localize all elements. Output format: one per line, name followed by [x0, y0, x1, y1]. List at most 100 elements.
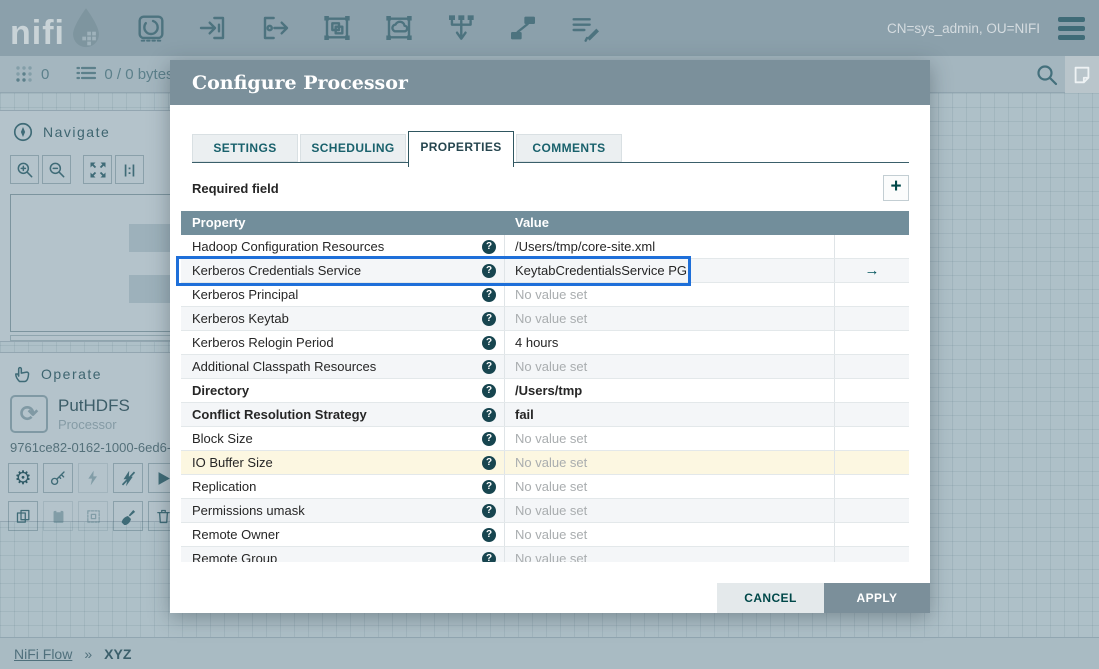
property-value-cell[interactable]: KeytabCredentialsService PG [505, 259, 835, 282]
breadcrumb: NiFi Flow » XYZ [0, 637, 1099, 669]
table-row[interactable]: Directory ? /Users/tmp [181, 379, 909, 403]
table-row[interactable]: Hadoop Configuration Resources ? /Users/… [181, 235, 909, 259]
processor-badge-icon: ⟳ [10, 395, 48, 433]
configuration-button[interactable]: ⚙ [8, 463, 38, 493]
help-icon[interactable]: ? [482, 383, 496, 398]
search-icon[interactable] [1029, 56, 1065, 93]
property-value-cell[interactable]: 4 hours [505, 331, 835, 354]
property-name: Remote Owner [192, 527, 280, 542]
change-color-button[interactable] [113, 501, 143, 531]
add-property-button[interactable]: + [883, 175, 909, 201]
help-icon[interactable]: ? [482, 407, 496, 422]
property-value-cell[interactable]: No value set [505, 547, 835, 562]
remote-process-group-icon[interactable] [381, 8, 417, 48]
zoom-in-button[interactable] [10, 155, 39, 184]
tab-comments[interactable]: COMMENTS [516, 134, 622, 162]
tab-scheduling[interactable]: SCHEDULING [300, 134, 406, 162]
zoom-actual-button[interactable]: |:| [115, 155, 144, 184]
property-value-cell[interactable]: No value set [505, 523, 835, 546]
table-row[interactable]: Kerberos Principal ? No value set [181, 283, 909, 307]
help-icon[interactable]: ? [482, 479, 496, 494]
property-value: KeytabCredentialsService PG [515, 263, 687, 278]
copy-button[interactable] [8, 501, 38, 531]
disable-button[interactable] [113, 463, 143, 493]
table-row[interactable]: IO Buffer Size ? No value set [181, 451, 909, 475]
breadcrumb-root-link[interactable]: NiFi Flow [14, 646, 72, 662]
enable-button[interactable] [78, 463, 108, 493]
component-toolbar [133, 8, 603, 48]
property-value: No value set [515, 527, 588, 542]
property-value-cell[interactable]: No value set [505, 451, 835, 474]
property-value-cell[interactable]: fail [505, 403, 835, 426]
property-name: Directory [192, 383, 250, 398]
process-group-icon[interactable] [319, 8, 355, 48]
zoom-out-button[interactable] [42, 155, 71, 184]
property-value: 4 hours [515, 335, 559, 350]
property-value-cell[interactable]: /Users/tmp [505, 379, 835, 402]
help-icon[interactable]: ? [482, 335, 496, 350]
property-name: Additional Classpath Resources [192, 359, 377, 374]
table-row[interactable]: Kerberos Keytab ? No value set [181, 307, 909, 331]
queued-stat: 0 / 0 bytes [75, 64, 174, 84]
component-type: Processor [58, 417, 117, 432]
table-row[interactable]: Replication ? No value set [181, 475, 909, 499]
help-icon[interactable]: ? [482, 503, 496, 518]
operate-title: Operate [41, 366, 103, 382]
property-value-cell[interactable]: No value set [505, 283, 835, 306]
group-button[interactable] [78, 501, 108, 531]
help-icon[interactable]: ? [482, 287, 496, 302]
zoom-fit-button[interactable] [83, 155, 112, 184]
help-icon[interactable]: ? [482, 455, 496, 470]
active-threads-stat: 0 [14, 64, 49, 84]
paste-icon [53, 508, 63, 523]
compass-icon [12, 121, 34, 143]
goto-service-arrow-icon[interactable]: → [865, 262, 880, 279]
help-icon[interactable]: ? [482, 263, 496, 278]
apply-button[interactable]: APPLY [824, 583, 930, 613]
dialog-header: Configure Processor [170, 60, 930, 105]
property-name: Kerberos Relogin Period [192, 335, 334, 350]
processor-icon[interactable] [133, 8, 169, 48]
table-row[interactable]: Block Size ? No value set [181, 427, 909, 451]
note-toggle-button[interactable] [1065, 56, 1099, 93]
queued-count: 0 / 0 bytes [104, 65, 174, 83]
funnel-icon[interactable] [443, 8, 479, 48]
input-port-icon[interactable] [195, 8, 231, 48]
paste-button[interactable] [43, 501, 73, 531]
table-row[interactable]: Remote Owner ? No value set [181, 523, 909, 547]
component-name: PutHDFS [58, 396, 130, 415]
table-row[interactable]: Conflict Resolution Strategy ? fail [181, 403, 909, 427]
table-row[interactable]: Permissions umask ? No value set [181, 499, 909, 523]
help-icon[interactable]: ? [482, 431, 496, 446]
property-value-cell[interactable]: No value set [505, 427, 835, 450]
help-icon[interactable]: ? [482, 527, 496, 542]
trash-icon [156, 509, 170, 523]
help-icon[interactable]: ? [482, 551, 496, 562]
output-port-icon[interactable] [257, 8, 293, 48]
property-name: Kerberos Keytab [192, 311, 289, 326]
table-row[interactable]: Remote Group ? No value set [181, 547, 909, 562]
property-value-cell[interactable]: No value set [505, 499, 835, 522]
help-icon[interactable]: ? [482, 239, 496, 254]
help-icon[interactable]: ? [482, 311, 496, 326]
template-icon[interactable] [505, 8, 541, 48]
property-value: No value set [515, 287, 588, 302]
cancel-button[interactable]: CANCEL [717, 583, 824, 613]
navigate-title: Navigate [43, 124, 111, 140]
access-policies-button[interactable] [43, 463, 73, 493]
global-menu-icon[interactable] [1058, 16, 1085, 40]
label-icon[interactable] [567, 8, 603, 48]
tab-settings[interactable]: SETTINGS [192, 134, 298, 162]
current-user-label: CN=sys_admin, OU=NIFI [886, 20, 1040, 36]
tab-properties[interactable]: PROPERTIES [408, 131, 514, 167]
app-header: nifi CN=sys_admin, OU=NIFI [0, 0, 1099, 56]
nifi-drop-icon [67, 7, 105, 49]
property-value-cell[interactable]: No value set [505, 307, 835, 330]
property-value-cell[interactable]: /Users/tmp/core-site.xml [505, 235, 835, 258]
help-icon[interactable]: ? [482, 359, 496, 374]
property-value-cell[interactable]: No value set [505, 475, 835, 498]
table-row[interactable]: Additional Classpath Resources ? No valu… [181, 355, 909, 379]
table-row[interactable]: Kerberos Credentials Service ? KeytabCre… [181, 259, 909, 283]
property-value-cell[interactable]: No value set [505, 355, 835, 378]
table-row[interactable]: Kerberos Relogin Period ? 4 hours [181, 331, 909, 355]
